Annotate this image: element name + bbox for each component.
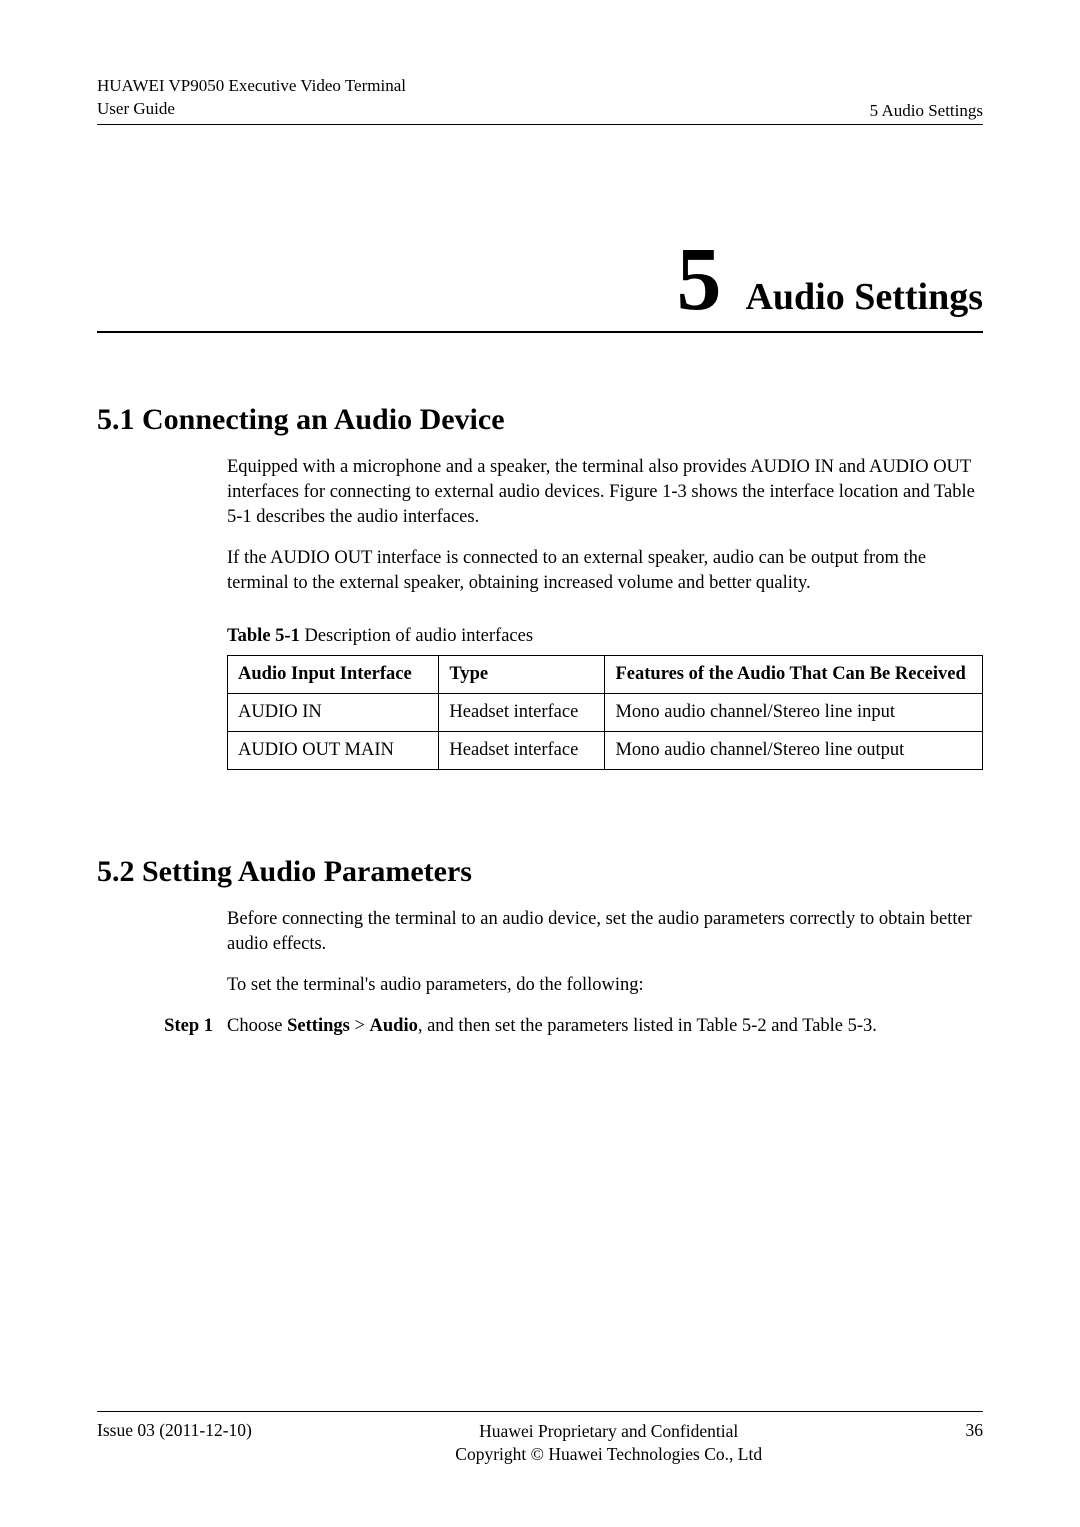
- section-5-1-para1: Equipped with a microphone and a speaker…: [227, 455, 983, 530]
- page-header: HUAWEI VP9050 Executive Video Terminal U…: [97, 75, 983, 125]
- step-1-content: Choose Settings > Audio, and then set th…: [227, 1014, 983, 1039]
- footer-center: Huawei Proprietary and Confidential Copy…: [455, 1420, 762, 1467]
- step-1-bold-settings: Settings: [287, 1016, 350, 1036]
- header-left: HUAWEI VP9050 Executive Video Terminal U…: [97, 75, 406, 121]
- step-1-text-pre: Choose: [227, 1016, 287, 1036]
- header-doc-type: User Guide: [97, 98, 406, 121]
- header-right: 5 Audio Settings: [870, 101, 983, 121]
- table-header-col3: Features of the Audio That Can Be Receiv…: [605, 655, 983, 693]
- table-caption-label: Table 5-1: [227, 626, 300, 646]
- table-cell: Headset interface: [439, 693, 605, 731]
- step-1-label: Step 1: [97, 1014, 227, 1039]
- footer-page-number: 36: [965, 1420, 983, 1441]
- section-5-1-para2: If the AUDIO OUT interface is connected …: [227, 546, 983, 596]
- footer-copyright: Copyright © Huawei Technologies Co., Ltd: [455, 1443, 762, 1467]
- step-1-block: Step 1 Choose Settings > Audio, and then…: [97, 1014, 983, 1039]
- header-product-line: HUAWEI VP9050 Executive Video Terminal: [97, 75, 406, 98]
- step-1-text-post: , and then set the parameters listed in …: [418, 1016, 877, 1036]
- chapter-title-block: 5 Audio Settings: [97, 235, 983, 333]
- page-footer: Issue 03 (2011-12-10) Huawei Proprietary…: [97, 1411, 983, 1467]
- table-cell: AUDIO OUT MAIN: [228, 731, 439, 769]
- table-cell: Headset interface: [439, 731, 605, 769]
- table-row: AUDIO IN Headset interface Mono audio ch…: [228, 693, 983, 731]
- table-cell: Mono audio channel/Stereo line input: [605, 693, 983, 731]
- step-1-bold-audio: Audio: [370, 1016, 418, 1036]
- audio-interfaces-table: Audio Input Interface Type Features of t…: [227, 655, 983, 770]
- table-header-col1: Audio Input Interface: [228, 655, 439, 693]
- section-5-2-heading: 5.2 Setting Audio Parameters: [97, 855, 983, 889]
- table-5-1-caption: Table 5-1 Description of audio interface…: [227, 626, 983, 647]
- footer-issue: Issue 03 (2011-12-10): [97, 1420, 252, 1441]
- footer-proprietary: Huawei Proprietary and Confidential: [455, 1420, 762, 1444]
- chapter-title: Audio Settings: [745, 275, 983, 319]
- step-1-sep: >: [350, 1016, 370, 1036]
- section-5-2-para2: To set the terminal's audio parameters, …: [227, 973, 983, 998]
- table-header-col2: Type: [439, 655, 605, 693]
- section-5-2-para1: Before connecting the terminal to an aud…: [227, 907, 983, 957]
- table-row: AUDIO OUT MAIN Headset interface Mono au…: [228, 731, 983, 769]
- header-section-ref: 5 Audio Settings: [870, 101, 983, 121]
- table-caption-desc: Description of audio interfaces: [300, 626, 533, 646]
- table-header-row: Audio Input Interface Type Features of t…: [228, 655, 983, 693]
- table-cell: AUDIO IN: [228, 693, 439, 731]
- chapter-number: 5: [676, 235, 721, 325]
- table-cell: Mono audio channel/Stereo line output: [605, 731, 983, 769]
- section-5-1-heading: 5.1 Connecting an Audio Device: [97, 403, 983, 437]
